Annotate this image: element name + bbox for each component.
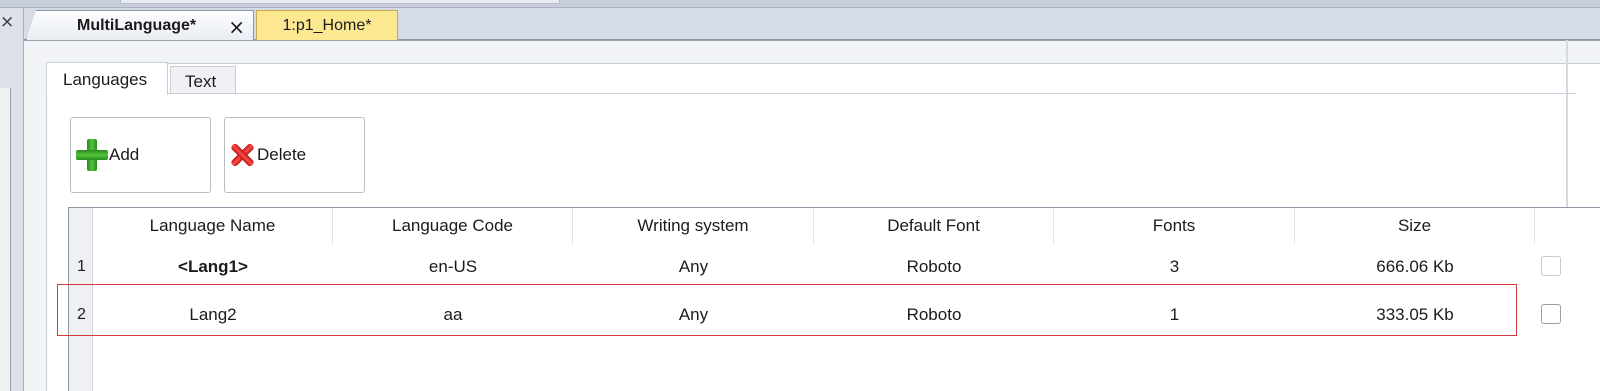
delete-button[interactable]: Delete [224, 117, 365, 193]
selected-row-highlight [57, 284, 1517, 336]
column-header-language-name[interactable]: Language Name [93, 208, 333, 244]
tab-multilanguage[interactable]: MultiLanguage* × [26, 10, 254, 40]
add-button-label: Add [109, 145, 140, 164]
cell-fonts[interactable]: 3 [1054, 253, 1295, 281]
add-button[interactable]: Add [70, 117, 211, 193]
tab-label: MultiLanguage* [77, 16, 197, 34]
tab-text[interactable]: Text [170, 66, 236, 94]
close-icon[interactable]: × [228, 15, 245, 39]
row-checkbox[interactable] [1541, 304, 1561, 324]
column-header-language-code[interactable]: Language Code [333, 208, 573, 244]
delete-icon [229, 142, 255, 168]
left-side-pane: × [0, 8, 24, 391]
window-top-frame [0, 0, 1600, 8]
column-header-size[interactable]: Size [1295, 208, 1535, 244]
tab-languages[interactable]: Languages [46, 62, 168, 95]
plus-icon [75, 138, 109, 172]
column-header-writing-system[interactable]: Writing system [573, 208, 814, 244]
close-icon[interactable]: × [0, 12, 14, 32]
top-frame-segment [120, 0, 560, 4]
tab-divider [168, 93, 1576, 94]
delete-button-label: Delete [257, 145, 307, 164]
cell-language-code[interactable]: en-US [333, 253, 573, 281]
row-number: 1 [77, 258, 86, 275]
cell-language-name[interactable]: <Lang1> [93, 253, 333, 281]
column-header-fonts[interactable]: Fonts [1054, 208, 1295, 244]
row-checkbox[interactable] [1541, 256, 1561, 276]
document-tab-strip: MultiLanguage* × 1:p1_Home* [24, 8, 1600, 40]
cell-default-font[interactable]: Roboto [814, 253, 1054, 281]
tab-label: 1:p1_Home* [282, 16, 372, 34]
column-header-default-font[interactable]: Default Font [814, 208, 1054, 244]
tab-p1-home[interactable]: 1:p1_Home* [256, 10, 398, 40]
left-pane-divider [0, 88, 11, 391]
cell-writing-system[interactable]: Any [573, 253, 814, 281]
cell-size: 666.06 Kb [1376, 257, 1454, 276]
